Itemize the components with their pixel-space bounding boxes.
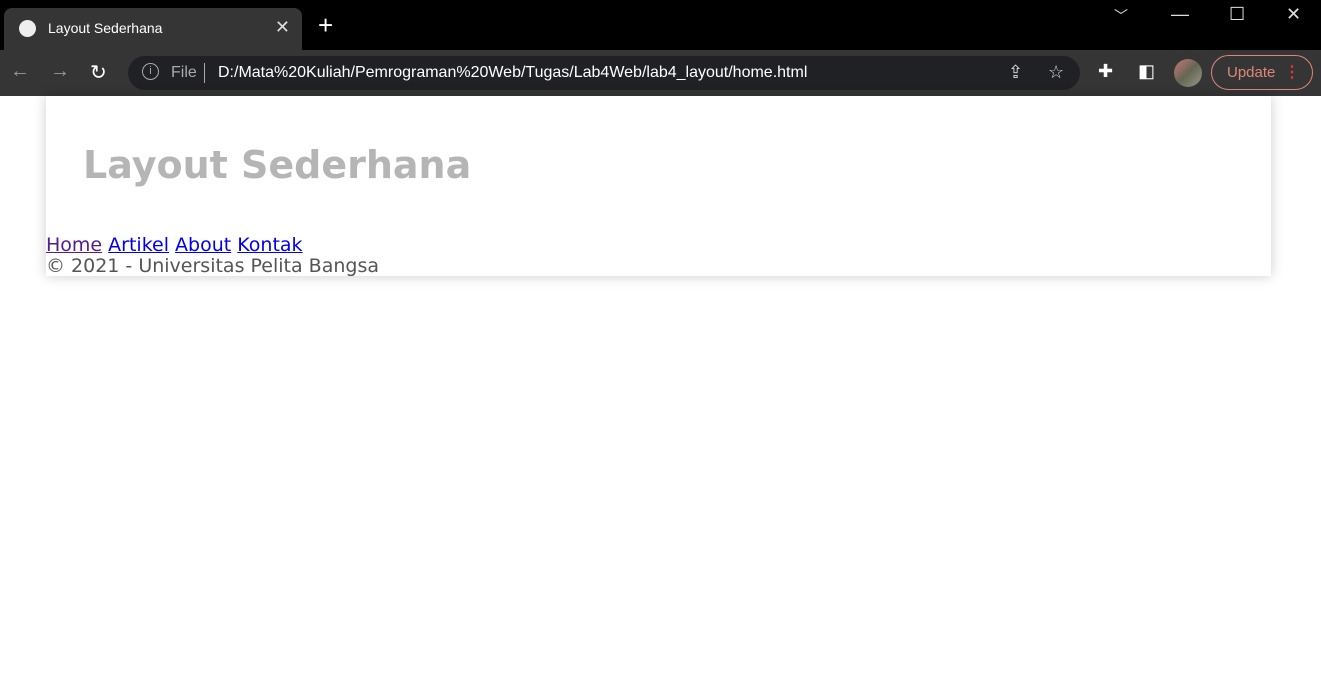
tab-bar: Layout Sederhana ✕ + ﹀ — ☐ ✕ xyxy=(0,0,1321,50)
reload-icon[interactable]: ↻ xyxy=(90,60,107,85)
back-icon[interactable]: ← xyxy=(10,60,30,83)
new-tab-button[interactable]: + xyxy=(318,12,333,38)
side-panel-icon[interactable]: ◧ xyxy=(1138,61,1155,82)
main-nav: Home Artikel About Kontak xyxy=(46,234,303,256)
nav-home[interactable]: Home xyxy=(46,234,102,256)
nav-artikel[interactable]: Artikel xyxy=(108,234,169,256)
tab-title: Layout Sederhana xyxy=(48,20,163,36)
nav-kontak[interactable]: Kontak xyxy=(237,234,302,256)
globe-icon xyxy=(19,20,36,37)
scheme-label: File xyxy=(171,64,197,81)
divider xyxy=(204,63,205,83)
info-icon[interactable]: i xyxy=(142,63,159,80)
tab-active[interactable]: Layout Sederhana ✕ xyxy=(4,8,302,50)
extensions-icon[interactable]: ✚ xyxy=(1098,61,1113,82)
maximize-button[interactable]: ☐ xyxy=(1229,4,1245,25)
menu-icon[interactable]: ⋮ xyxy=(1284,62,1300,82)
footer-text: © 2021 - Universitas Pelita Bangsa xyxy=(46,255,379,277)
avatar[interactable] xyxy=(1174,59,1202,87)
url-text[interactable]: D:/Mata%20Kuliah/Pemrograman%20Web/Tugas… xyxy=(218,64,807,82)
page-title: Layout Sederhana xyxy=(83,143,472,187)
update-button[interactable]: Update ⋮ xyxy=(1211,55,1313,90)
tab-search-icon[interactable]: ﹀ xyxy=(1114,6,1128,26)
page-container: Layout Sederhana Home Artikel About Kont… xyxy=(46,96,1271,277)
nav-about[interactable]: About xyxy=(175,234,231,256)
close-tab-icon[interactable]: ✕ xyxy=(275,17,290,38)
minimize-button[interactable]: — xyxy=(1171,4,1189,25)
share-icon[interactable]: ⇪ xyxy=(1008,62,1023,83)
browser-toolbar: ← → ↻ i File D:/Mata%20Kuliah/Pemrograma… xyxy=(0,50,1321,96)
star-icon[interactable]: ☆ xyxy=(1048,62,1064,83)
address-bar[interactable]: i File D:/Mata%20Kuliah/Pemrograman%20We… xyxy=(128,56,1080,90)
forward-icon[interactable]: → xyxy=(50,60,70,83)
close-window-button[interactable]: ✕ xyxy=(1286,4,1301,25)
update-label: Update xyxy=(1227,64,1276,81)
